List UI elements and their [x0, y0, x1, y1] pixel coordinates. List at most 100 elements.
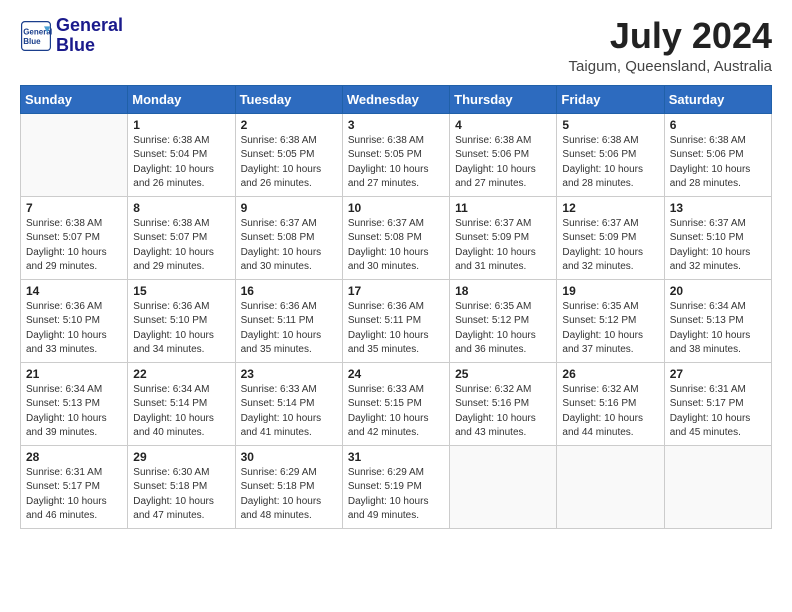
day-info: Sunrise: 6:35 AM Sunset: 5:12 PM Dayligh… — [455, 300, 551, 358]
calendar-day-header: Friday — [557, 85, 664, 113]
calendar-cell: 13 Sunrise: 6:37 AM Sunset: 5:10 PM Dayli… — [664, 196, 771, 279]
day-number: 14 — [26, 284, 122, 298]
calendar-cell: 18 Sunrise: 6:35 AM Sunset: 5:12 PM Dayli… — [450, 279, 557, 362]
day-info: Sunrise: 6:37 AM Sunset: 5:08 PM Dayligh… — [241, 217, 337, 275]
header: General Blue General Blue July 2024 Taig… — [20, 16, 772, 75]
calendar-day-header: Sunday — [21, 85, 128, 113]
day-number: 20 — [670, 284, 766, 298]
calendar-cell — [557, 445, 664, 528]
day-number: 25 — [455, 367, 551, 381]
day-info: Sunrise: 6:37 AM Sunset: 5:10 PM Dayligh… — [670, 217, 766, 275]
day-info: Sunrise: 6:36 AM Sunset: 5:11 PM Dayligh… — [241, 300, 337, 358]
day-info: Sunrise: 6:37 AM Sunset: 5:09 PM Dayligh… — [455, 217, 551, 275]
day-info: Sunrise: 6:29 AM Sunset: 5:19 PM Dayligh… — [348, 466, 444, 524]
calendar-cell: 1 Sunrise: 6:38 AM Sunset: 5:04 PM Daylig… — [128, 113, 235, 196]
calendar-cell: 20Sunrise: 6:34 AM Sunset: 5:13 PM Dayli… — [664, 279, 771, 362]
calendar-cell: 30Sunrise: 6:29 AM Sunset: 5:18 PM Dayli… — [235, 445, 342, 528]
calendar-cell — [450, 445, 557, 528]
day-number: 27 — [670, 367, 766, 381]
day-info: Sunrise: 6:33 AM Sunset: 5:14 PM Dayligh… — [241, 383, 337, 441]
day-info: Sunrise: 6:38 AM Sunset: 5:07 PM Dayligh… — [133, 217, 229, 275]
calendar-week-row: 7Sunrise: 6:38 AM Sunset: 5:07 PM Daylig… — [21, 196, 772, 279]
calendar-cell: 4Sunrise: 6:38 AM Sunset: 5:06 PM Daylig… — [450, 113, 557, 196]
calendar-cell: 29 Sunrise: 6:30 AM Sunset: 5:18 PM Dayli… — [128, 445, 235, 528]
day-number: 19 — [562, 284, 658, 298]
calendar-cell: 22 Sunrise: 6:34 AM Sunset: 5:14 PM Dayli… — [128, 362, 235, 445]
calendar-cell — [21, 113, 128, 196]
day-info: Sunrise: 6:38 AM Sunset: 5:05 PM Dayligh… — [241, 134, 337, 192]
calendar-day-header: Saturday — [664, 85, 771, 113]
day-number: 17 — [348, 284, 444, 298]
day-number: 1 — [133, 118, 229, 132]
calendar-table: SundayMondayTuesdayWednesdayThursdayFrid… — [20, 85, 772, 529]
day-info: Sunrise: 6:38 AM Sunset: 5:06 PM Dayligh… — [562, 134, 658, 192]
day-info: Sunrise: 6:38 AM Sunset: 5:06 PM Dayligh… — [670, 134, 766, 192]
day-info: Sunrise: 6:32 AM Sunset: 5:16 PM Dayligh… — [455, 383, 551, 441]
day-number: 24 — [348, 367, 444, 381]
day-info: Sunrise: 6:35 AM Sunset: 5:12 PM Dayligh… — [562, 300, 658, 358]
day-number: 29 — [133, 450, 229, 464]
calendar-cell: 7Sunrise: 6:38 AM Sunset: 5:07 PM Daylig… — [21, 196, 128, 279]
day-number: 18 — [455, 284, 551, 298]
day-info: Sunrise: 6:38 AM Sunset: 5:05 PM Dayligh… — [348, 134, 444, 192]
day-info: Sunrise: 6:36 AM Sunset: 5:10 PM Dayligh… — [133, 300, 229, 358]
day-number: 22 — [133, 367, 229, 381]
month-year: July 2024 — [569, 16, 772, 56]
calendar-cell: 10Sunrise: 6:37 AM Sunset: 5:08 PM Dayli… — [342, 196, 449, 279]
calendar-cell: 27 Sunrise: 6:31 AM Sunset: 5:17 PM Dayli… — [664, 362, 771, 445]
day-number: 5 — [562, 118, 658, 132]
calendar-cell: 3 Sunrise: 6:38 AM Sunset: 5:05 PM Daylig… — [342, 113, 449, 196]
calendar-cell: 21 Sunrise: 6:34 AM Sunset: 5:13 PM Dayli… — [21, 362, 128, 445]
calendar-cell: 14Sunrise: 6:36 AM Sunset: 5:10 PM Dayli… — [21, 279, 128, 362]
calendar-week-row: 14 Sunrise: 6:36 AM Sunset: 5:10 PM Dayli… — [21, 279, 772, 362]
day-info: Sunrise: 6:38 AM Sunset: 5:06 PM Dayligh… — [455, 134, 551, 192]
calendar-cell: 16Sunrise: 6:36 AM Sunset: 5:11 PM Dayli… — [235, 279, 342, 362]
calendar-cell: 19 Sunrise: 6:35 AM Sunset: 5:12 PM Dayli… — [557, 279, 664, 362]
day-info: Sunrise: 6:31 AM Sunset: 5:17 PM Dayligh… — [26, 466, 122, 524]
calendar-cell: 9 Sunrise: 6:37 AM Sunset: 5:08 PM Daylig… — [235, 196, 342, 279]
day-number: 13 — [670, 201, 766, 215]
day-number: 21 — [26, 367, 122, 381]
day-number: 15 — [133, 284, 229, 298]
logo: General Blue General Blue — [20, 16, 123, 56]
calendar-cell: 6Sunrise: 6:38 AM Sunset: 5:06 PM Daylig… — [664, 113, 771, 196]
calendar-cell: 5 Sunrise: 6:38 AM Sunset: 5:06 PM Daylig… — [557, 113, 664, 196]
day-info: Sunrise: 6:32 AM Sunset: 5:16 PM Dayligh… — [562, 383, 658, 441]
calendar-week-row: 1 Sunrise: 6:38 AM Sunset: 5:04 PM Daylig… — [21, 113, 772, 196]
day-number: 23 — [241, 367, 337, 381]
day-info: Sunrise: 6:38 AM Sunset: 5:07 PM Dayligh… — [26, 217, 122, 275]
day-number: 26 — [562, 367, 658, 381]
day-info: Sunrise: 6:36 AM Sunset: 5:11 PM Dayligh… — [348, 300, 444, 358]
calendar-cell: 11 Sunrise: 6:37 AM Sunset: 5:09 PM Dayli… — [450, 196, 557, 279]
day-number: 3 — [348, 118, 444, 132]
calendar-cell: 17 Sunrise: 6:36 AM Sunset: 5:11 PM Dayli… — [342, 279, 449, 362]
calendar-day-header: Tuesday — [235, 85, 342, 113]
calendar-cell: 24Sunrise: 6:33 AM Sunset: 5:15 PM Dayli… — [342, 362, 449, 445]
day-number: 11 — [455, 201, 551, 215]
day-info: Sunrise: 6:30 AM Sunset: 5:18 PM Dayligh… — [133, 466, 229, 524]
calendar-cell: 2Sunrise: 6:38 AM Sunset: 5:05 PM Daylig… — [235, 113, 342, 196]
calendar-week-row: 21 Sunrise: 6:34 AM Sunset: 5:13 PM Dayli… — [21, 362, 772, 445]
page: General Blue General Blue July 2024 Taig… — [0, 0, 792, 545]
calendar-cell: 23 Sunrise: 6:33 AM Sunset: 5:14 PM Dayli… — [235, 362, 342, 445]
day-info: Sunrise: 6:37 AM Sunset: 5:08 PM Dayligh… — [348, 217, 444, 275]
day-info: Sunrise: 6:34 AM Sunset: 5:14 PM Dayligh… — [133, 383, 229, 441]
logo-text: General Blue — [56, 16, 123, 56]
day-number: 9 — [241, 201, 337, 215]
title-block: July 2024 Taigum, Queensland, Australia — [569, 16, 772, 75]
calendar-week-row: 28Sunrise: 6:31 AM Sunset: 5:17 PM Dayli… — [21, 445, 772, 528]
svg-text:Blue: Blue — [23, 37, 41, 46]
calendar-header-row: SundayMondayTuesdayWednesdayThursdayFrid… — [21, 85, 772, 113]
day-info: Sunrise: 6:38 AM Sunset: 5:04 PM Dayligh… — [133, 134, 229, 192]
calendar-cell: 8Sunrise: 6:38 AM Sunset: 5:07 PM Daylig… — [128, 196, 235, 279]
calendar-cell: 12Sunrise: 6:37 AM Sunset: 5:09 PM Dayli… — [557, 196, 664, 279]
logo-icon: General Blue — [20, 20, 52, 52]
day-number: 31 — [348, 450, 444, 464]
day-info: Sunrise: 6:31 AM Sunset: 5:17 PM Dayligh… — [670, 383, 766, 441]
calendar-day-header: Monday — [128, 85, 235, 113]
day-info: Sunrise: 6:29 AM Sunset: 5:18 PM Dayligh… — [241, 466, 337, 524]
day-info: Sunrise: 6:34 AM Sunset: 5:13 PM Dayligh… — [26, 383, 122, 441]
day-info: Sunrise: 6:37 AM Sunset: 5:09 PM Dayligh… — [562, 217, 658, 275]
calendar-cell: 26 Sunrise: 6:32 AM Sunset: 5:16 PM Dayli… — [557, 362, 664, 445]
calendar-cell: 28Sunrise: 6:31 AM Sunset: 5:17 PM Dayli… — [21, 445, 128, 528]
